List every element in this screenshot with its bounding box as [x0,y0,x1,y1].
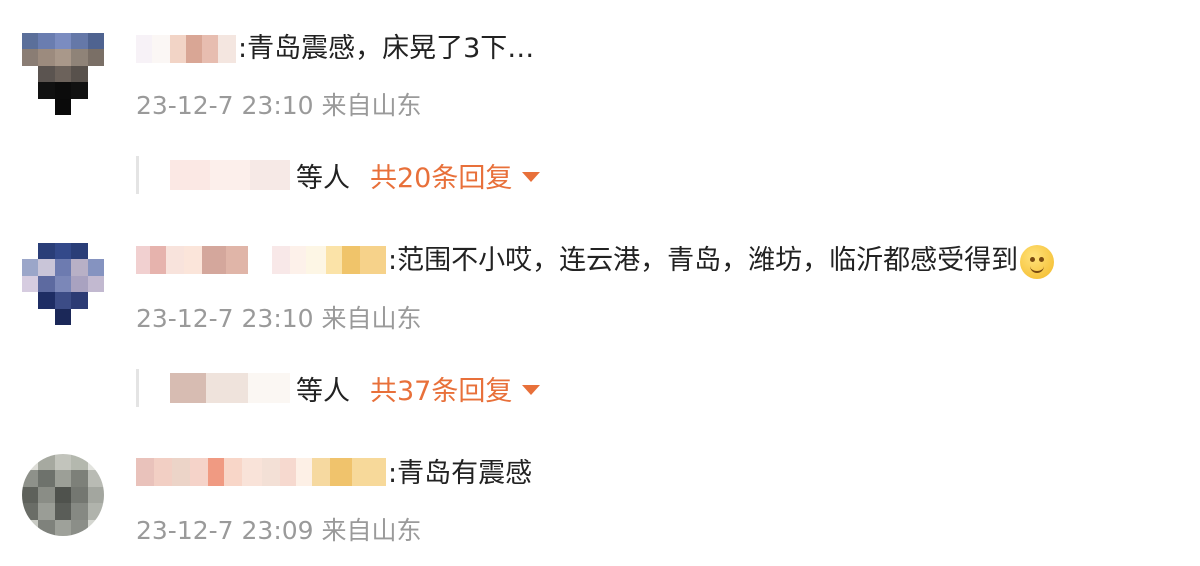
username-blurred[interactable] [136,246,386,274]
comment-text: :青岛有震感 [388,458,533,489]
comment-text: :青岛震感，床晃了3下… [238,33,535,64]
reply-divider [136,369,139,407]
chevron-down-icon[interactable] [522,172,541,182]
reply-by-label: 等人 [296,375,350,407]
reply-divider [136,156,139,194]
chevron-down-icon[interactable] [522,385,541,395]
username-blurred[interactable] [136,35,236,63]
smiling-face-icon [1020,244,1055,279]
comment-meta: 23-12-7 23:09 来自山东 [136,516,422,545]
username-blurred[interactable] [136,458,386,486]
reply-count-link[interactable]: 共37条回复 [370,369,512,408]
avatar[interactable] [22,243,104,325]
comment-meta: 23-12-7 23:10 来自山东 [136,304,422,333]
comment-text-body: :范围不小哎，连云港，青岛，潍坊，临沂都感受得到 [388,245,1019,276]
comment-meta: 23-12-7 23:10 来自山东 [136,91,422,120]
reply-count-link[interactable]: 共20条回复 [370,156,512,195]
reply-summary[interactable]: 等人 共37条回复 [170,369,541,408]
comment-text: :范围不小哎，连云港，青岛，潍坊，临沂都感受得到 [388,243,1055,279]
reply-username-blurred[interactable] [170,373,290,403]
reply-username-blurred[interactable] [170,160,290,190]
reply-by-label: 等人 [296,162,350,194]
avatar[interactable] [22,454,104,536]
avatar[interactable] [22,33,104,115]
reply-summary[interactable]: 等人 共20条回复 [170,156,541,195]
